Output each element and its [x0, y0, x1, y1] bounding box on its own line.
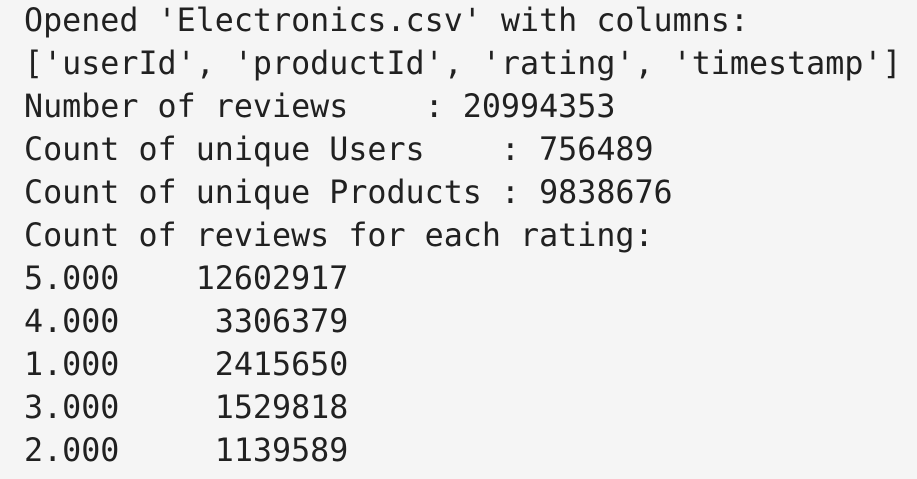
output-line-rating-4: 4.000 3306379	[24, 304, 349, 340]
output-line-rating-5: 5.000 12602917	[24, 261, 349, 297]
console-output: Opened 'Electronics.csv' with columns: ['…	[24, 0, 902, 473]
output-line-opened-file: Opened 'Electronics.csv' with columns:	[24, 3, 749, 39]
output-line-rating-2: 2.000 1139589	[24, 433, 349, 469]
notebook-output-cell: { "output": { "lines": [ "Opened 'Electr…	[0, 0, 917, 479]
output-line-unique-users: Count of unique Users : 756489	[24, 132, 654, 168]
output-line-rating-1: 1.000 2415650	[24, 347, 349, 383]
output-line-unique-products: Count of unique Products : 9838676	[24, 175, 673, 211]
output-line-rating-3: 3.000 1529818	[24, 390, 349, 426]
output-line-review-count: Number of reviews : 20994353	[24, 89, 616, 125]
output-line-columns: ['userId', 'productId', 'rating', 'times…	[24, 46, 902, 82]
output-line-rating-header: Count of reviews for each rating:	[24, 218, 654, 254]
